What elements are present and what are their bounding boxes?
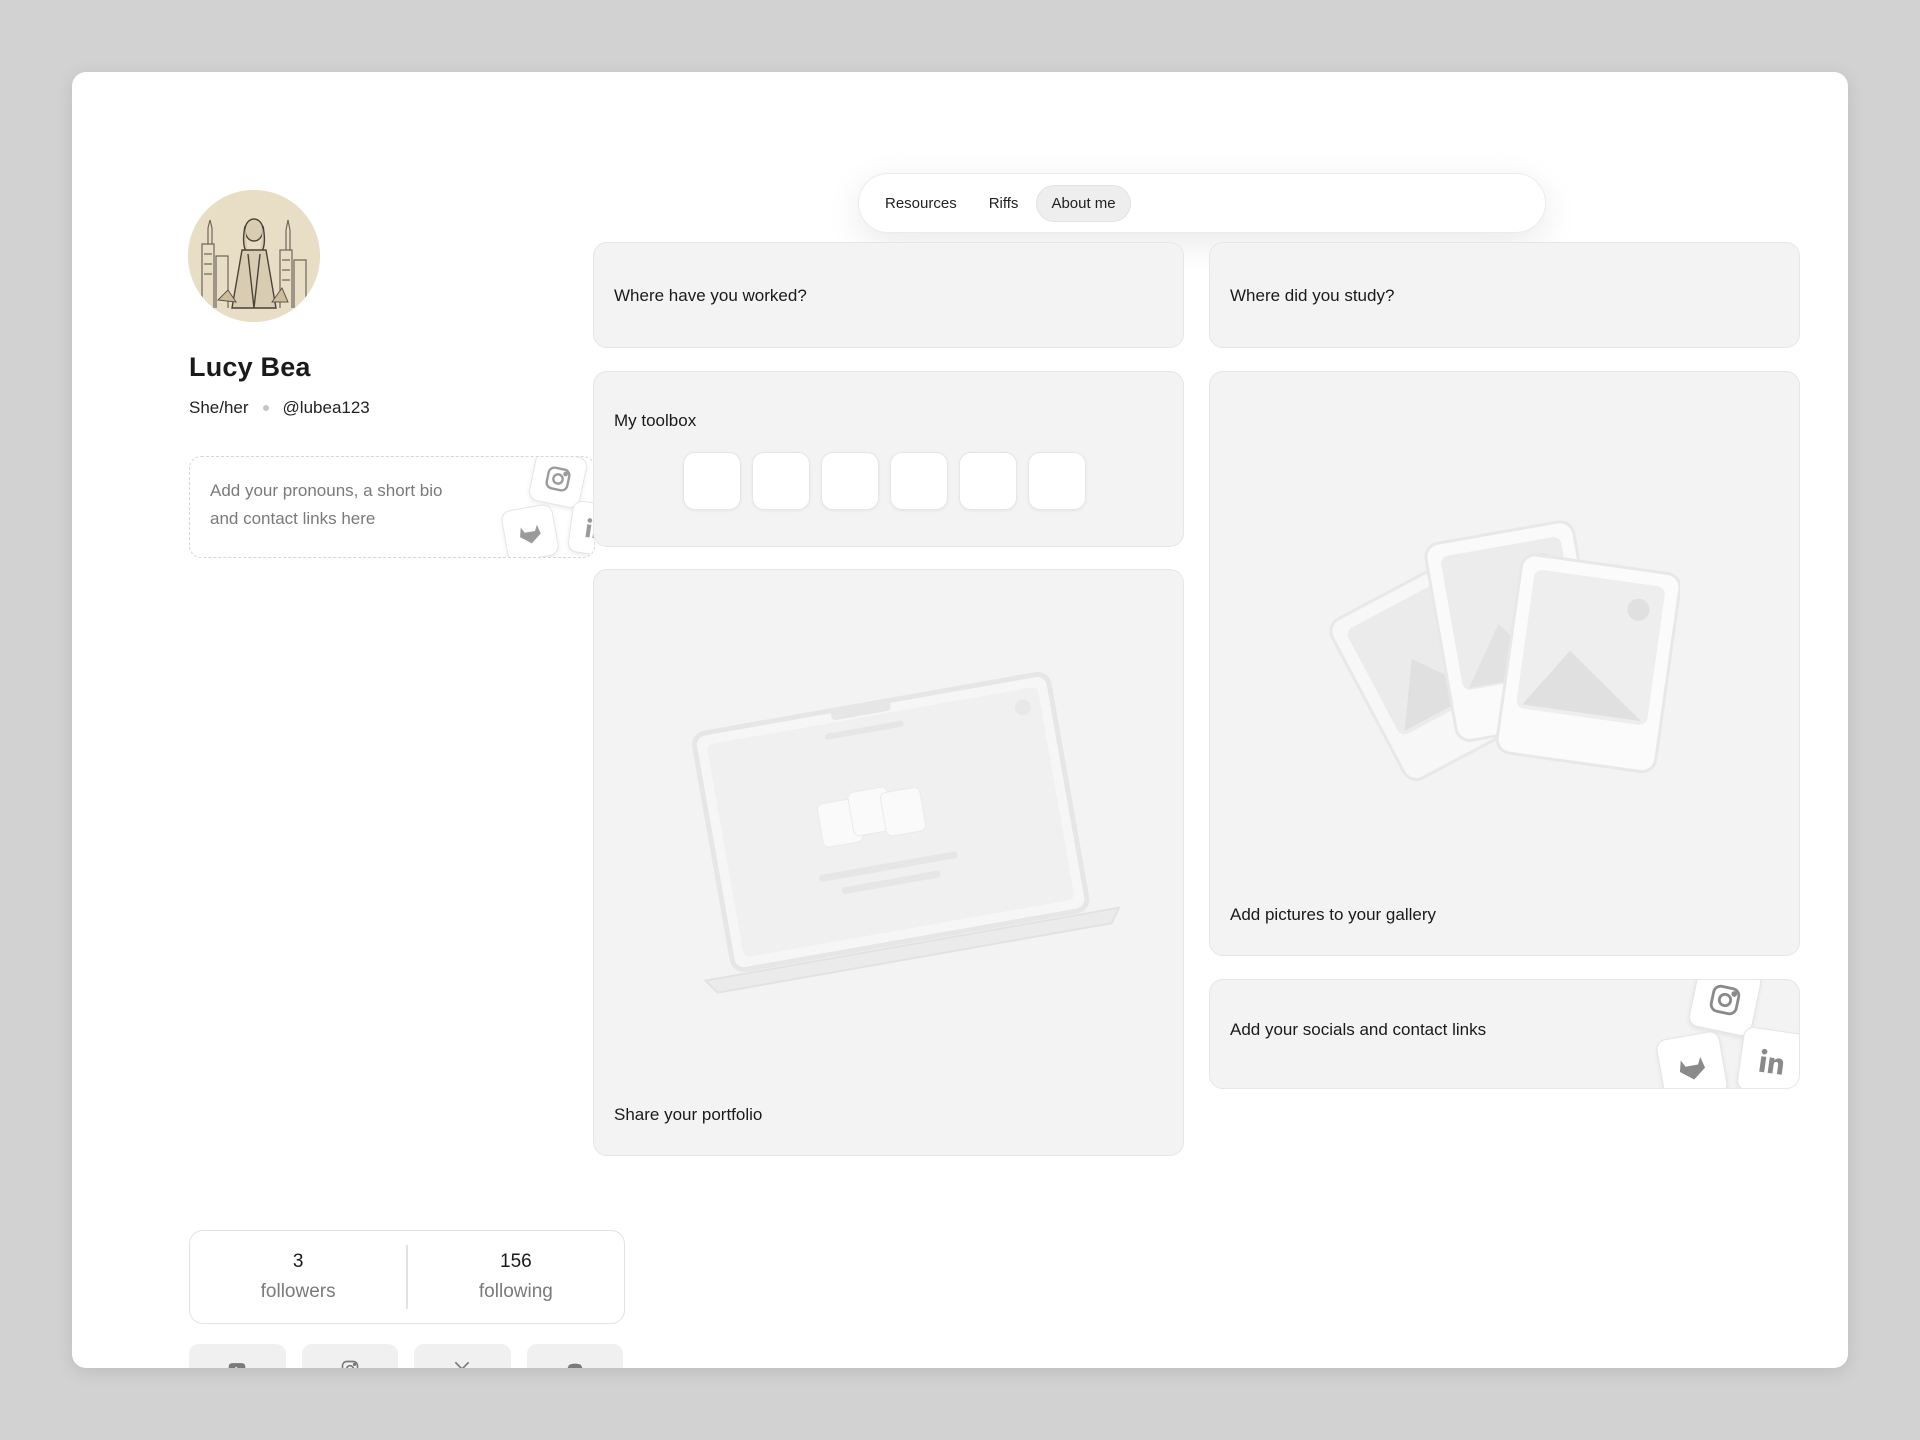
- gitlab-icon: [499, 502, 561, 557]
- followers-stat[interactable]: 3 followers: [190, 1231, 406, 1323]
- tool-slot[interactable]: [1028, 452, 1086, 510]
- instagram-icon: [341, 1360, 359, 1368]
- x-icon: [454, 1361, 470, 1368]
- pronouns: She/her: [189, 398, 249, 417]
- top-nav: Resources Riffs About me: [858, 173, 1546, 233]
- gallery-card[interactable]: Add pictures to your gallery: [1209, 371, 1800, 956]
- linkedin-icon: [1735, 1025, 1799, 1088]
- tool-slot[interactable]: [752, 452, 810, 510]
- followers-label: followers: [260, 1281, 336, 1302]
- profile-window: Lucy Bea She/her @lubea123 Add your pron…: [72, 72, 1848, 1368]
- youtube-button[interactable]: [189, 1344, 286, 1368]
- nav-about-me[interactable]: About me: [1036, 184, 1131, 222]
- tool-slot[interactable]: [890, 452, 948, 510]
- portfolio-card-label: Share your portfolio: [614, 1105, 763, 1124]
- socials-card[interactable]: Add your socials and contact links: [1209, 979, 1800, 1089]
- tool-slot[interactable]: [683, 452, 741, 510]
- x-button[interactable]: [414, 1344, 511, 1368]
- following-stat[interactable]: 156 following: [408, 1231, 624, 1323]
- profile-name: Lucy Bea: [189, 352, 311, 382]
- study-card[interactable]: Where did you study?: [1209, 242, 1800, 348]
- discord-icon: [567, 1363, 583, 1368]
- following-count: 156: [500, 1251, 532, 1272]
- work-card-label: Where have you worked?: [614, 286, 807, 305]
- portfolio-card[interactable]: Share your portfolio: [593, 569, 1184, 1156]
- toolbox-card[interactable]: My toolbox: [593, 371, 1184, 547]
- youtube-icon: [228, 1363, 246, 1368]
- laptop-icon: [691, 672, 1121, 994]
- follow-stats: 3 followers 156 following: [189, 1230, 625, 1324]
- social-buttons: [189, 1344, 623, 1368]
- bio-placeholder-text: Add your pronouns, a short bio and conta…: [210, 481, 443, 528]
- study-card-label: Where did you study?: [1230, 286, 1395, 305]
- gallery-photos-icon: [1329, 520, 1680, 781]
- nav-riffs[interactable]: Riffs: [975, 186, 1033, 221]
- following-label: following: [478, 1281, 553, 1302]
- handle: @lubea123: [282, 398, 370, 417]
- avatar[interactable]: [188, 190, 320, 322]
- discord-button[interactable]: [526, 1344, 623, 1368]
- toolbox-card-label: My toolbox: [614, 411, 697, 430]
- tool-slot[interactable]: [959, 452, 1017, 510]
- nav-resources[interactable]: Resources: [871, 186, 971, 221]
- linkedin-icon: [566, 499, 594, 557]
- socials-card-label: Add your socials and contact links: [1230, 1020, 1487, 1039]
- followers-count: 3: [292, 1251, 304, 1272]
- gitlab-icon: [1654, 1029, 1730, 1088]
- profile-meta: She/her @lubea123: [189, 398, 370, 418]
- work-card[interactable]: Where have you worked?: [593, 242, 1184, 348]
- instagram-button[interactable]: [301, 1344, 398, 1368]
- separator-dot: [262, 405, 269, 411]
- bio-placeholder-box[interactable]: Add your pronouns, a short bio and conta…: [189, 456, 595, 558]
- gallery-card-label: Add pictures to your gallery: [1230, 905, 1436, 924]
- tool-slot[interactable]: [821, 452, 879, 510]
